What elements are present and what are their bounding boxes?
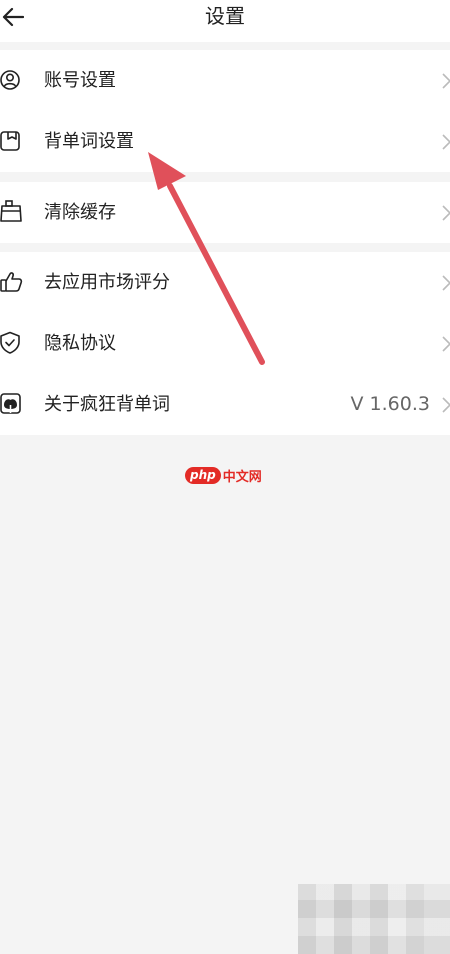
blurred-overlay bbox=[298, 884, 450, 954]
settings-item-clear-cache[interactable]: 清除缓存 bbox=[0, 182, 450, 243]
settings-item-label: 账号设置 bbox=[44, 70, 116, 91]
site-watermark: php 中文网 bbox=[185, 464, 262, 486]
chevron-right-icon bbox=[442, 275, 450, 291]
user-circle-icon bbox=[0, 70, 20, 90]
settings-item-label: 背单词设置 bbox=[44, 131, 134, 152]
settings-item-label: 隐私协议 bbox=[44, 333, 116, 354]
page-title: 设置 bbox=[205, 4, 245, 28]
chevron-right-icon bbox=[442, 73, 450, 89]
settings-item-about[interactable]: 关于疯狂背单词 V 1.60.3 bbox=[0, 374, 450, 435]
settings-item-rate-app[interactable]: 去应用市场评分 bbox=[0, 252, 450, 313]
watermark-logo: php bbox=[185, 466, 221, 484]
chevron-right-icon bbox=[442, 397, 450, 413]
settings-group-account: 账号设置 背单词设置 bbox=[0, 50, 450, 172]
settings-item-label: 关于疯狂背单词 bbox=[44, 394, 170, 415]
shield-check-icon bbox=[0, 331, 20, 354]
settings-item-privacy[interactable]: 隐私协议 bbox=[0, 313, 450, 374]
thumbs-up-icon bbox=[0, 272, 23, 292]
app-version: V 1.60.3 bbox=[350, 393, 430, 415]
settings-group-cache: 清除缓存 bbox=[0, 182, 450, 243]
settings-item-vocab[interactable]: 背单词设置 bbox=[0, 111, 450, 172]
top-bar: 设置 bbox=[0, 0, 450, 42]
chevron-right-icon bbox=[442, 336, 450, 352]
watermark-text: 中文网 bbox=[222, 469, 262, 485]
app-logo-icon bbox=[0, 393, 21, 414]
bookmark-card-icon bbox=[0, 131, 20, 151]
cleaning-brush-icon bbox=[0, 200, 22, 222]
chevron-right-icon bbox=[442, 134, 450, 150]
settings-item-label: 去应用市场评分 bbox=[44, 272, 170, 293]
settings-item-account[interactable]: 账号设置 bbox=[0, 50, 450, 111]
settings-item-label: 清除缓存 bbox=[44, 202, 116, 223]
settings-group-about: 去应用市场评分 隐私协议 关于疯狂背单词 V 1.60.3 bbox=[0, 252, 450, 435]
chevron-right-icon bbox=[442, 205, 450, 221]
